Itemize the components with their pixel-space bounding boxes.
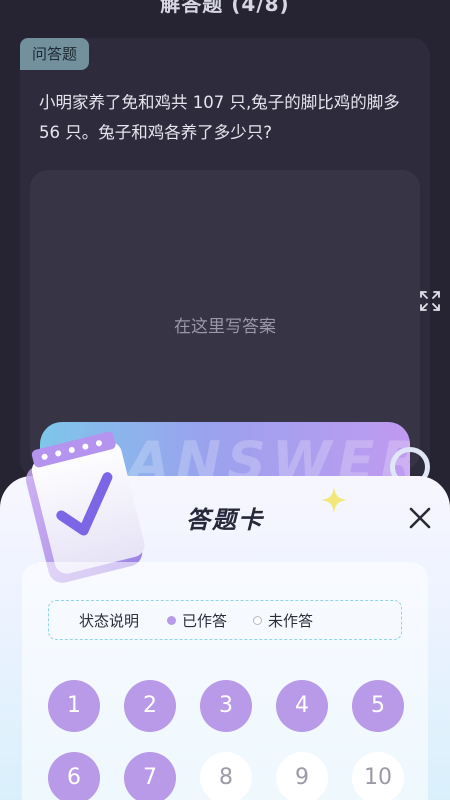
legend-unanswered: 未作答 bbox=[253, 610, 313, 631]
question-number-button[interactable]: 6 bbox=[48, 752, 100, 800]
question-card: 问答题 小明家养了免和鸡共 107 只,兔子的脚比鸡的脚多 56 只。兔子和鸡各… bbox=[20, 38, 430, 478]
question-number-button[interactable]: 8 bbox=[200, 752, 252, 800]
answer-sheet-title: 答题卡 bbox=[186, 506, 264, 534]
question-number-button[interactable]: 1 bbox=[48, 680, 100, 732]
answer-placeholder: 在这里写答案 bbox=[174, 317, 276, 337]
status-legend: 状态说明 已作答 未作答 bbox=[48, 600, 402, 640]
question-type-badge: 问答题 bbox=[20, 38, 89, 70]
page-title: 解答题 (4/8) bbox=[160, 0, 290, 16]
legend-unanswered-label: 未作答 bbox=[268, 611, 314, 630]
question-number-button[interactable]: 4 bbox=[276, 680, 328, 732]
question-number-button[interactable]: 5 bbox=[352, 680, 404, 732]
close-icon[interactable] bbox=[407, 505, 433, 531]
question-number-button[interactable]: 9 bbox=[276, 752, 328, 800]
legend-title: 状态说明 bbox=[79, 611, 140, 630]
legend-answered: 已作答 bbox=[167, 610, 227, 631]
answered-dot-icon bbox=[167, 615, 177, 625]
question-number-button[interactable]: 7 bbox=[124, 752, 176, 800]
legend-answered-label: 已作答 bbox=[182, 611, 228, 630]
question-number-button[interactable]: 3 bbox=[200, 680, 252, 732]
expand-icon[interactable] bbox=[419, 290, 441, 312]
unanswered-dot-icon bbox=[253, 615, 263, 625]
question-text: 小明家养了免和鸡共 107 只,兔子的脚比鸡的脚多 56 只。兔子和鸡各养了多少… bbox=[39, 93, 400, 142]
question-number-button[interactable]: 2 bbox=[124, 680, 176, 732]
question-number-button[interactable]: 10 bbox=[352, 752, 404, 800]
sparkle-icon bbox=[321, 487, 347, 513]
